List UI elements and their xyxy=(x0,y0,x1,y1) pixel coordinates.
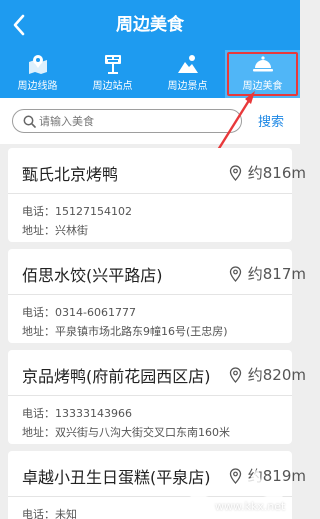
phone-line: 电话：15127154102 xyxy=(22,205,132,218)
page-title: 周边美食 xyxy=(116,15,184,35)
top-bar: 周边美食 xyxy=(0,0,300,50)
distance-value: 约819m xyxy=(247,467,306,485)
distance: 约820m xyxy=(229,364,306,385)
tab-label: 周边站点 xyxy=(92,81,133,92)
scenery-icon xyxy=(177,55,198,73)
location-pin-icon xyxy=(229,265,241,282)
address-line: 地址：双兴街与八沟大街交叉口东南160米 xyxy=(22,426,230,439)
distance-value: 约817m xyxy=(247,265,306,283)
distance-value: 约820m xyxy=(247,366,306,384)
tab-nearby-routes[interactable]: 周边线路 xyxy=(0,50,75,98)
distance: 约819m xyxy=(229,465,306,486)
search-bar: 搜索 xyxy=(0,98,300,144)
phone-line: 电话：13333143966 xyxy=(22,407,132,420)
tab-label: 周边景点 xyxy=(167,81,208,92)
phone-line: 电话：0314-6061777 xyxy=(22,306,136,319)
distance: 约817m xyxy=(229,263,306,284)
restaurant-name: 佰思水饺(兴平路店) xyxy=(22,266,163,285)
tab-label: 周边美食 xyxy=(242,81,283,92)
bus-stop-icon xyxy=(104,55,121,74)
tab-nearby-sights[interactable]: 周边景点 xyxy=(150,50,225,98)
search-field[interactable] xyxy=(12,109,242,133)
distance: 约816m xyxy=(229,162,306,183)
address-line: 地址：兴林街 xyxy=(22,224,88,237)
category-tabs: 周边线路 周边站点 周边景点 周边美食 xyxy=(0,50,300,98)
location-pin-icon xyxy=(229,467,241,484)
map-marker-icon xyxy=(28,55,47,74)
restaurant-name: 甄氏北京烤鸭 xyxy=(22,165,119,184)
distance-value: 约816m xyxy=(247,164,306,182)
food-cloche-icon xyxy=(252,56,273,72)
tab-nearby-stops[interactable]: 周边站点 xyxy=(75,50,150,98)
watermark-text: www.kkx.net xyxy=(215,500,286,513)
tab-nearby-food[interactable]: 周边美食 xyxy=(225,50,300,98)
location-pin-icon xyxy=(229,366,241,383)
restaurant-card[interactable]: 甄氏北京烤鸭 约816m 电话：15127154102 地址：兴林街 xyxy=(8,148,306,242)
restaurant-card[interactable]: 佰思水饺(兴平路店) 约817m 电话：0314-6061777 地址：平泉镇市… xyxy=(8,249,306,343)
restaurant-name: 京品烤鸭(府前花园西区店) xyxy=(22,367,211,386)
search-icon xyxy=(23,115,36,128)
restaurant-name: 卓越小丑生日蛋糕(平泉店) xyxy=(22,468,211,487)
search-button[interactable]: 搜索 xyxy=(258,111,284,130)
address-line: 地址：平泉镇市场北路东9幢16号(王忠房) xyxy=(22,325,228,338)
tab-label: 周边线路 xyxy=(17,81,58,92)
restaurant-card[interactable]: 京品烤鸭(府前花园西区店) 约820m 电话：13333143966 地址：双兴… xyxy=(8,350,306,444)
location-pin-icon xyxy=(229,164,241,181)
search-input[interactable] xyxy=(39,111,235,131)
